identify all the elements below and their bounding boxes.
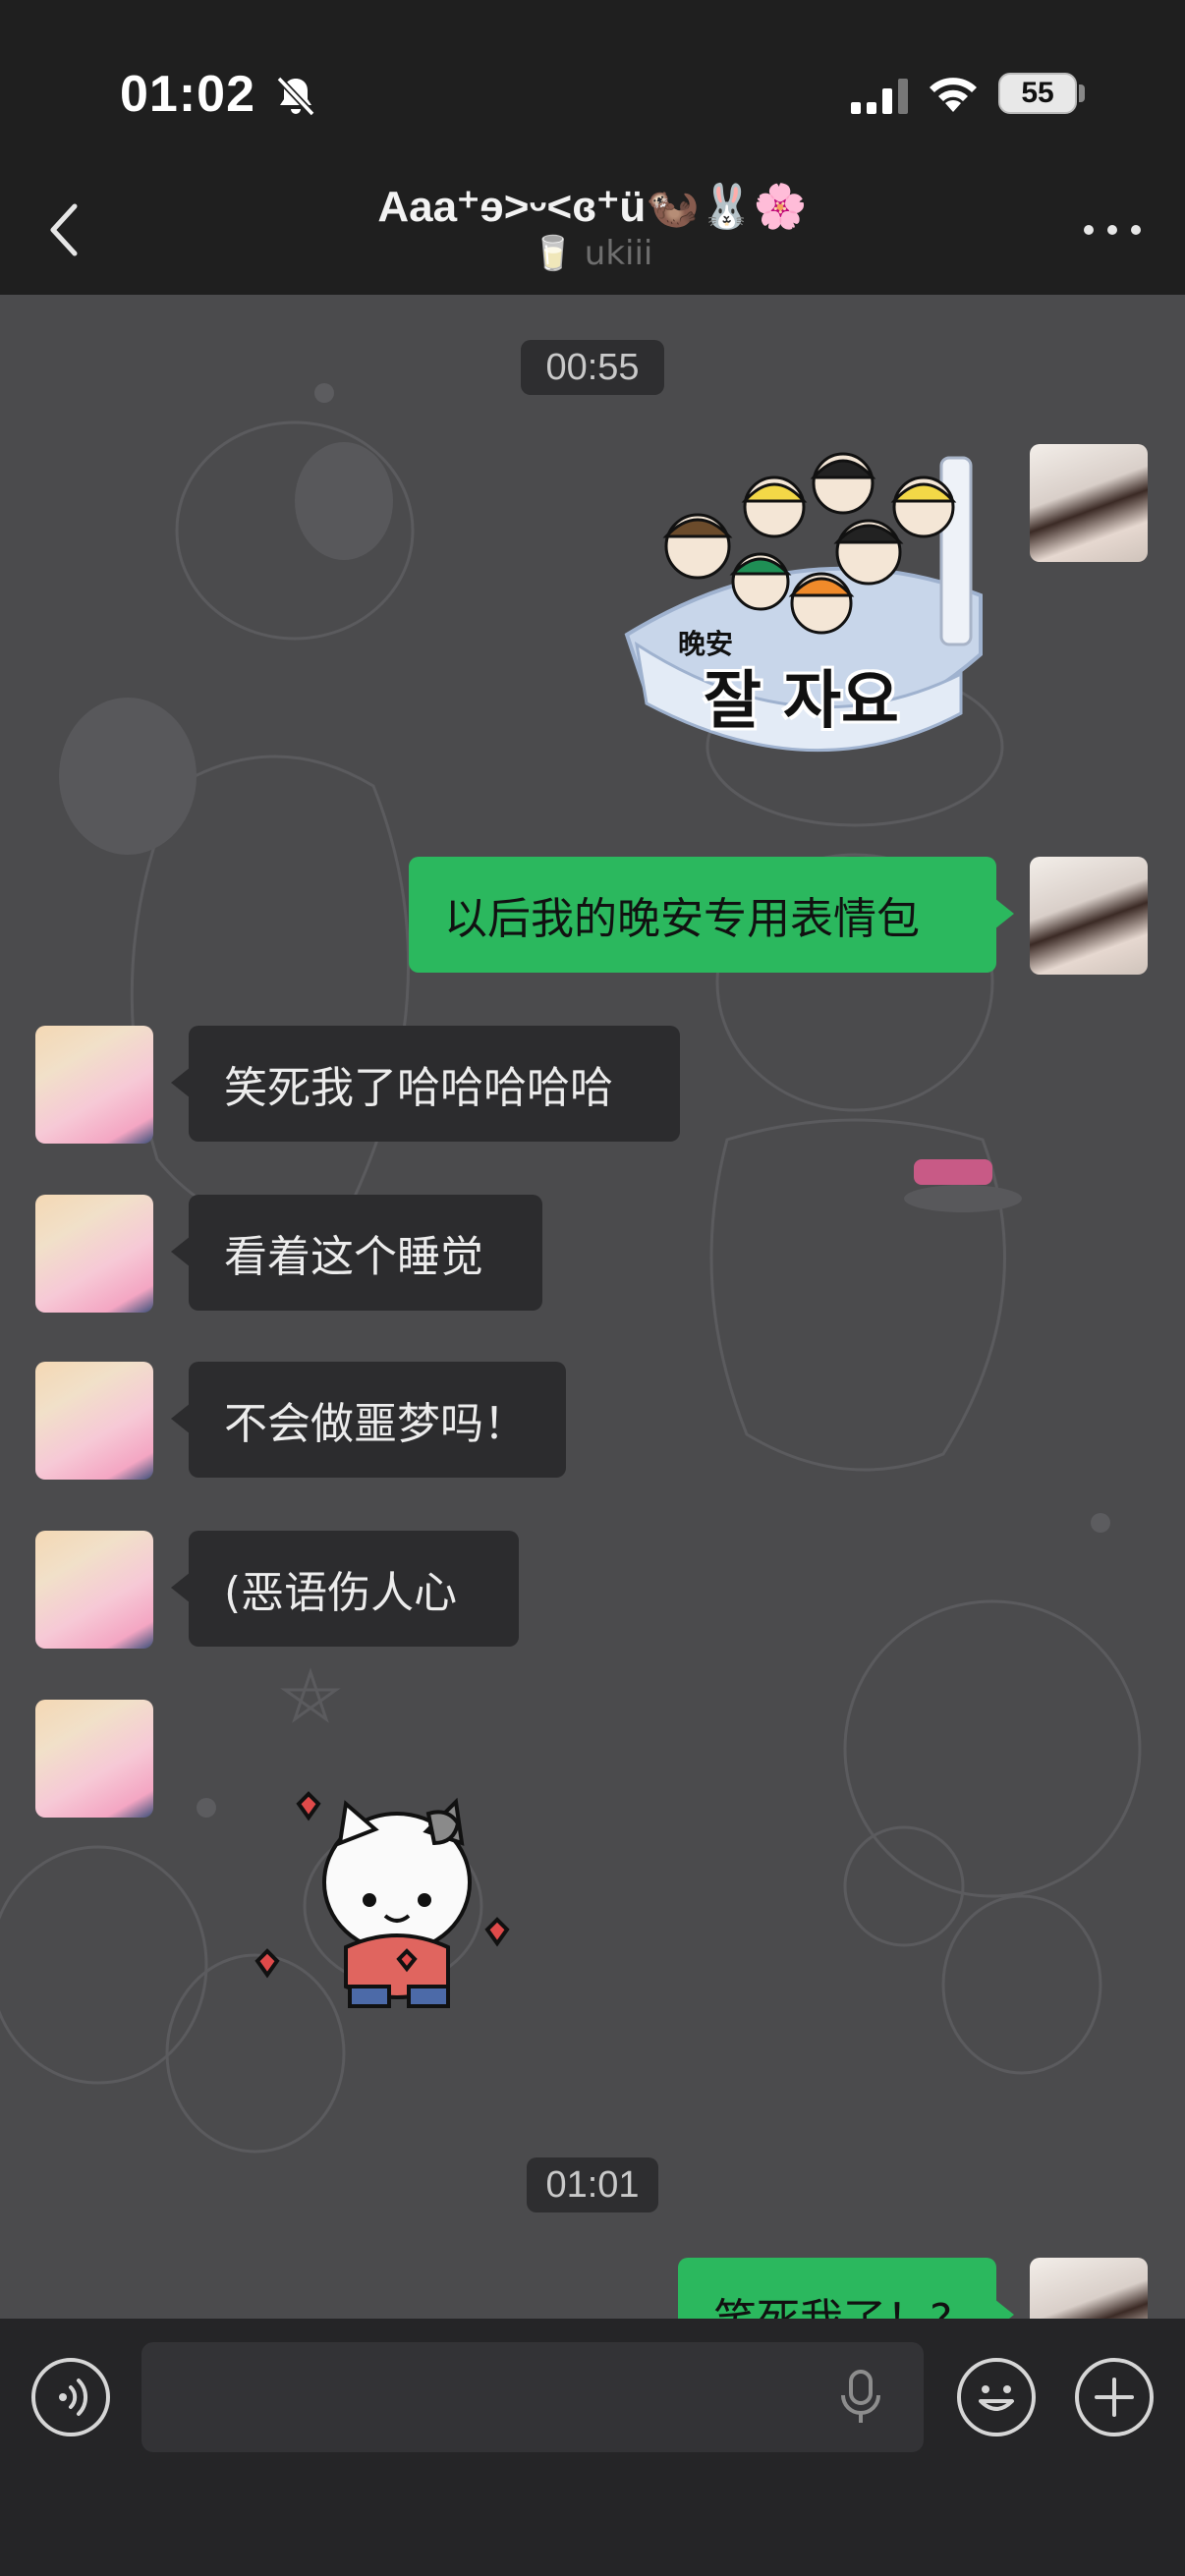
input-bar	[0, 2319, 1185, 2576]
chat-area[interactable]: 00:55 晚安 잘 자요 以后我的晚安专用表情包 笑死我了哈哈哈哈哈 看着这个…	[0, 295, 1185, 2319]
mic-icon[interactable]	[833, 2368, 888, 2427]
battery-icon: 55	[998, 73, 1077, 114]
chat-title: Aaa⁺ɘ>ᵕ<ɞ⁺ü🦦🐰🌸	[377, 183, 808, 231]
friend-avatar[interactable]	[35, 1700, 153, 1818]
my-message-bubble[interactable]: 笑死我了！?	[678, 2258, 996, 2319]
emoji-button[interactable]	[957, 2358, 1036, 2436]
status-time: 01:02	[120, 66, 255, 123]
battery-tip	[1079, 84, 1085, 102]
friend-avatar[interactable]	[35, 1195, 153, 1313]
my-avatar[interactable]	[1030, 444, 1148, 562]
battery-level: 55	[1021, 77, 1054, 109]
friend-avatar[interactable]	[35, 1026, 153, 1144]
friend-message-bubble[interactable]: 笑死我了哈哈哈哈哈	[189, 1026, 680, 1142]
goodnight-sticker[interactable]	[607, 438, 1000, 812]
bubble-tail	[994, 898, 1014, 929]
sticker-caption-kr: 잘 자요	[704, 665, 899, 738]
friend-avatar[interactable]	[35, 1531, 153, 1649]
friend-message-bubble[interactable]: 不会做噩梦吗！	[189, 1362, 566, 1478]
wifi-icon	[930, 78, 977, 112]
bubble-tail	[171, 1067, 191, 1098]
bubble-tail	[171, 1572, 191, 1603]
more-actions-button[interactable]	[1075, 2358, 1154, 2436]
back-chevron-icon[interactable]	[39, 193, 88, 267]
friend-avatar[interactable]	[35, 1362, 153, 1480]
more-dots-icon[interactable]	[1073, 202, 1152, 257]
timestamp: 00:55	[521, 340, 664, 395]
message-input[interactable]	[141, 2342, 924, 2452]
timestamp: 01:01	[527, 2157, 658, 2212]
bell-off-icon	[276, 76, 315, 117]
my-avatar[interactable]	[1030, 2258, 1148, 2319]
voice-toggle-button[interactable]	[31, 2358, 110, 2436]
my-message-bubble[interactable]: 以后我的晚安专用表情包	[409, 857, 996, 973]
chat-wallpaper	[0, 383, 1142, 2154]
top-bar: 01:02 55 Aaa⁺ɘ>ᵕ<ɞ⁺ü🦦🐰🌸 🥛 ukiii	[0, 0, 1185, 295]
friend-message-bubble[interactable]: (恶语伤人心	[189, 1531, 519, 1647]
chat-subtitle: 🥛 ukiii	[532, 234, 653, 273]
signal-icon	[851, 79, 908, 114]
cat-heart-sticker[interactable]	[252, 1755, 527, 2030]
friend-message-bubble[interactable]: 看着这个睡觉	[189, 1195, 542, 1311]
plus-icon	[1095, 2378, 1134, 2417]
bubble-tail	[171, 1236, 191, 1267]
bubble-tail	[171, 1403, 191, 1434]
voice-icon	[59, 2379, 88, 2416]
emoji-icon	[979, 2385, 1014, 2411]
bubble-tail	[994, 2299, 1014, 2319]
my-avatar[interactable]	[1030, 857, 1148, 975]
